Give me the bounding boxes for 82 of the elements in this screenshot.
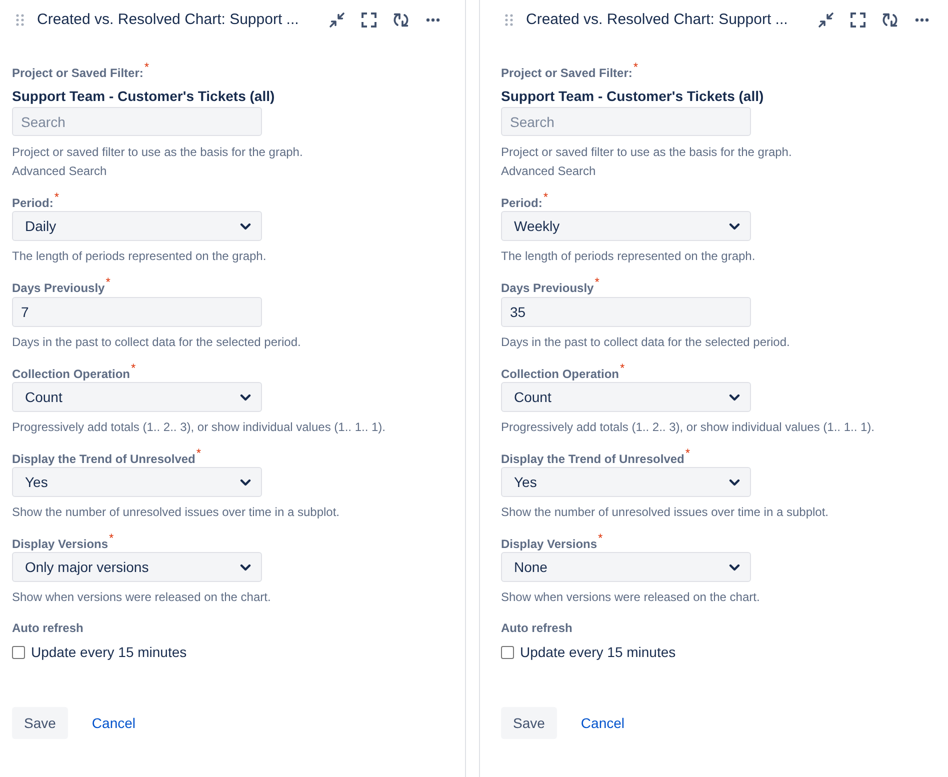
- checkbox-label[interactable]: Update every 15 minutes: [31, 643, 187, 661]
- more-icon[interactable]: [914, 18, 930, 22]
- chevron-down-icon: [729, 394, 740, 400]
- more-icon[interactable]: [425, 18, 441, 22]
- fullscreen-icon[interactable]: [361, 12, 377, 28]
- text-field[interactable]: 35: [501, 297, 751, 327]
- chevron-down-icon: [729, 478, 740, 486]
- dropdown[interactable]: Daily: [12, 211, 262, 241]
- field-label: Project or Saved Filter:: [12, 65, 144, 81]
- chevron-down-icon: [240, 564, 251, 570]
- field-label: Display the Trend of Unresolved: [12, 451, 196, 467]
- dropdown[interactable]: None: [501, 552, 751, 582]
- field-label: Collection Operation: [12, 366, 130, 382]
- minimize-icon[interactable]: [818, 12, 834, 28]
- field-label: Display Versions: [12, 536, 108, 552]
- required-mark: *: [109, 533, 114, 543]
- save-button[interactable]: Save: [12, 707, 68, 739]
- panel-title: Created vs. Resolved Chart: Support ...: [526, 10, 788, 30]
- dropdown[interactable]: Count: [501, 382, 751, 412]
- required-mark: *: [633, 62, 638, 72]
- required-mark: *: [685, 448, 690, 458]
- dropdown[interactable]: Only major versions: [12, 552, 262, 582]
- required-mark: *: [598, 533, 603, 543]
- help-text: Project or saved filter to use as the basis for the graph.: [501, 144, 792, 160]
- chevron-down-icon: [240, 222, 251, 230]
- fullscreen-icon[interactable]: [850, 12, 866, 28]
- field-label: Display Versions: [501, 536, 598, 552]
- required-mark: *: [620, 363, 625, 373]
- dropdown[interactable]: Yes: [501, 467, 751, 497]
- help-text: Days in the past to collect data for the selected period.: [12, 334, 301, 350]
- section-label: Auto refresh: [12, 620, 84, 636]
- field-label: Display the Trend of Unresolved: [501, 451, 684, 467]
- checkbox[interactable]: [12, 646, 25, 658]
- field-label: Period:: [501, 195, 542, 211]
- cancel-link[interactable]: Cancel: [580, 713, 625, 733]
- help-text: Progressively add totals (1.. 2.. 3), or show individual values (1.. 1.. 1).: [12, 419, 386, 435]
- required-mark: *: [543, 192, 548, 202]
- help-text: Project or saved filter to use as the basis for the graph.: [12, 144, 303, 160]
- required-mark: *: [131, 363, 136, 373]
- chevron-down-icon: [240, 394, 251, 400]
- dropdown[interactable]: Count: [12, 382, 262, 412]
- filter-value: Support Team - Customer's Tickets (all): [501, 87, 764, 106]
- required-mark: *: [106, 277, 110, 287]
- help-text: Show the number of unresolved issues over time in a subplot.: [501, 504, 829, 520]
- refresh-icon[interactable]: [882, 12, 898, 28]
- field-label: Collection Operation: [501, 366, 620, 382]
- help-text: The length of periods represented on the graph.: [12, 248, 266, 264]
- field-label: Days Previously: [501, 280, 594, 296]
- refresh-icon[interactable]: [393, 12, 409, 28]
- help-text: Show when versions were released on the chart.: [501, 589, 760, 605]
- dropdown[interactable]: Yes: [12, 467, 262, 497]
- section-label: Auto refresh: [501, 620, 572, 636]
- field-label: Days Previously: [12, 280, 105, 296]
- advanced-search-link[interactable]: Advanced Search: [501, 163, 596, 179]
- required-mark: *: [594, 277, 600, 287]
- search-field[interactable]: Search: [12, 107, 262, 136]
- help-text: Show the number of unresolved issues over time in a subplot.: [12, 504, 340, 520]
- drag-handle-icon[interactable]: [505, 14, 513, 26]
- text-field[interactable]: 7: [12, 297, 262, 327]
- panel-title: Created vs. Resolved Chart: Support ...: [37, 10, 299, 30]
- required-mark: *: [196, 448, 202, 458]
- required-mark: *: [54, 192, 60, 202]
- advanced-search-link[interactable]: Advanced Search: [12, 163, 107, 179]
- dropdown[interactable]: Weekly: [501, 211, 751, 241]
- chevron-down-icon: [240, 478, 251, 486]
- help-text: Progressively add totals (1.. 2.. 3), or show individual values (1.. 1.. 1).: [501, 419, 875, 435]
- field-label: Period:: [12, 195, 54, 211]
- save-button[interactable]: Save: [501, 707, 557, 739]
- help-text: Show when versions were released on the chart.: [12, 589, 271, 605]
- minimize-icon[interactable]: [329, 12, 345, 28]
- checkbox[interactable]: [501, 646, 514, 658]
- chevron-down-icon: [729, 222, 740, 230]
- help-text: Days in the past to collect data for the selected period.: [501, 334, 790, 350]
- filter-value: Support Team - Customer's Tickets (all): [12, 87, 275, 106]
- checkbox-label[interactable]: Update every 15 minutes: [520, 643, 676, 661]
- drag-handle-icon[interactable]: [16, 14, 24, 26]
- cancel-link[interactable]: Cancel: [92, 713, 136, 733]
- chevron-down-icon: [729, 564, 740, 570]
- required-mark: *: [144, 62, 150, 72]
- search-field[interactable]: Search: [501, 107, 751, 136]
- field-label: Project or Saved Filter:: [501, 65, 632, 81]
- help-text: The length of periods represented on the graph.: [501, 248, 756, 264]
